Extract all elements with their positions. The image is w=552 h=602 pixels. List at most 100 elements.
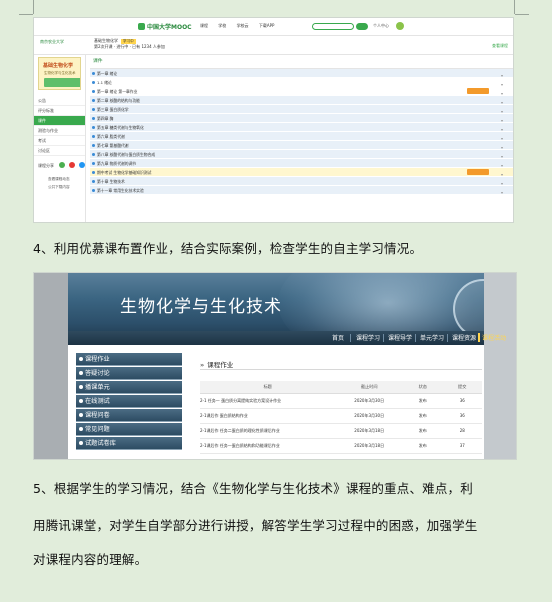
chapter-row[interactable]: 期中考试 生物化学基础知识测试 ▾ bbox=[90, 168, 513, 177]
cell-count: 37 bbox=[442, 438, 482, 454]
table-row[interactable]: 2-1课后作 任务二蛋白质的理化性质课后作业 2020年3月18日 发布 28 bbox=[200, 423, 482, 439]
chapter-row[interactable]: 第九章 物质代谢的调节 ▾ bbox=[90, 159, 513, 168]
bullet-icon bbox=[92, 108, 95, 111]
left-menu-item[interactable]: 常见问题 bbox=[76, 423, 182, 436]
chevron-down-icon[interactable]: ▾ bbox=[501, 116, 503, 122]
mooc-screenshot: 中国大学MOOC 课程 学校 学校云 下载APP 个人中心 南京农业大学 基础生… bbox=[33, 17, 514, 223]
left-menu-item[interactable]: 课程问卷 bbox=[76, 409, 182, 422]
chevron-down-icon[interactable]: ▾ bbox=[501, 179, 503, 185]
bullet-icon bbox=[92, 171, 95, 174]
qq-icon[interactable] bbox=[79, 162, 86, 168]
cell-title[interactable]: 2-1课后作 任务一蛋白质结构和功能课后作业 bbox=[200, 438, 336, 454]
chevron-down-icon[interactable]: ▾ bbox=[501, 161, 503, 167]
nav-home[interactable]: 首页 bbox=[332, 333, 344, 342]
mini-link[interactable]: 公共下载内容 bbox=[48, 183, 81, 191]
avatar[interactable] bbox=[396, 22, 404, 30]
chapter-label: 第三章 蛋白质化学 bbox=[97, 107, 129, 112]
left-menu-item[interactable]: 在线测试 bbox=[76, 395, 182, 408]
chapter-row[interactable]: 第十一章 常用生化技术实验 ▾ bbox=[90, 186, 513, 195]
nav-item[interactable]: 课程资源 bbox=[452, 333, 476, 342]
chevron-down-icon[interactable]: ▾ bbox=[501, 80, 503, 86]
mooc-search-button[interactable] bbox=[356, 23, 368, 30]
cell-title[interactable]: 2-1 任务一 蛋白质分离提纯实验方案设计作业 bbox=[200, 393, 336, 409]
mooc-nav-item[interactable]: 学校 bbox=[218, 23, 226, 28]
nav-separator bbox=[383, 334, 384, 342]
cell-date: 2020年3月18日 bbox=[335, 438, 404, 454]
sidebar-item[interactable]: 评分标准 bbox=[34, 106, 85, 116]
mini-link[interactable]: 查看课程动态 bbox=[48, 175, 81, 183]
wechat-icon[interactable] bbox=[59, 162, 66, 168]
cell-title[interactable]: 2-1课后作 蛋白质结构作业 bbox=[200, 408, 336, 424]
homework-table: 标题 截止时间 状态 提交 2-1 任务一 蛋白质分离提纯实验方案设计作业 202… bbox=[200, 381, 482, 454]
course-cover: 基础生物化学 生物化学与生化技术 bbox=[38, 57, 81, 90]
col-submitted: 提交 bbox=[442, 381, 482, 394]
chevron-down-icon[interactable]: ▾ bbox=[501, 125, 503, 131]
cell-title[interactable]: 2-1课后作 任务二蛋白质的理化性质课后作业 bbox=[200, 423, 336, 439]
chapter-row[interactable]: 1.1 绪论 ▾ bbox=[90, 78, 513, 87]
mooc-user-link[interactable]: 个人中心 bbox=[373, 23, 389, 29]
left-menu-item[interactable]: 播课单元 bbox=[76, 381, 182, 394]
bullet-icon bbox=[92, 99, 95, 102]
chapter-row[interactable]: 第八章 核酸代谢与蛋白质生物合成 ▾ bbox=[90, 150, 513, 159]
page-margin-right bbox=[482, 273, 516, 459]
nav-item-active[interactable]: 课程活动 bbox=[478, 333, 506, 342]
table-row[interactable]: 2-1课后作 任务一蛋白质结构和功能课后作业 2020年3月18日 发布 37 bbox=[200, 438, 482, 454]
chapter-row[interactable]: 第二章 核酸的结构与功能 ▾ bbox=[90, 96, 513, 105]
left-menu-item[interactable]: 试题试卷库 bbox=[76, 437, 182, 450]
chapter-row[interactable]: 第三章 蛋白质化学 ▾ bbox=[90, 105, 513, 114]
chapter-row[interactable]: 第一章 绪论 第一章作业 ▾ bbox=[90, 87, 513, 96]
cover-graphic bbox=[44, 78, 80, 87]
bullet-icon bbox=[92, 189, 95, 192]
chapter-row[interactable]: 第四章 酶 ▾ bbox=[90, 114, 513, 123]
nav-item[interactable]: 课程导学 bbox=[388, 333, 412, 342]
table-row[interactable]: 2-1 任务一 蛋白质分离提纯实验方案设计作业 2020年3月30日 发布 36 bbox=[200, 393, 482, 409]
panel-title: 课件 bbox=[90, 55, 513, 69]
crop-mark bbox=[514, 0, 515, 14]
mooc-logo[interactable]: 中国大学MOOC bbox=[138, 22, 192, 31]
cell-date: 2020年3月30日 bbox=[335, 393, 404, 409]
sidebar-item[interactable]: 公告 bbox=[34, 96, 85, 106]
site-title: 生物化学与生化技术 bbox=[120, 297, 282, 317]
left-menu-item[interactable]: 课程作业 bbox=[76, 353, 182, 366]
chevron-down-icon[interactable]: ▾ bbox=[501, 188, 503, 194]
sidebar-item[interactable]: 讨论区 bbox=[34, 146, 85, 156]
course-link[interactable]: 查看课程 bbox=[492, 43, 508, 49]
mooc-logo-icon bbox=[138, 23, 145, 30]
cell-status: 发布 bbox=[403, 408, 443, 424]
chapter-row[interactable]: 第六章 脂类代谢 ▾ bbox=[90, 132, 513, 141]
chevron-down-icon[interactable]: ▾ bbox=[501, 71, 503, 77]
chevron-down-icon[interactable]: ▾ bbox=[501, 107, 503, 113]
chapter-row[interactable]: 第十章 生物技术 ▾ bbox=[90, 177, 513, 186]
share-label: 课程分享 bbox=[38, 163, 54, 168]
chapter-row[interactable]: 第五章 糖类代谢与生物氧化 ▾ bbox=[90, 123, 513, 132]
table-row[interactable]: 2-1课后作 蛋白质结构作业 2020年3月30日 发布 36 bbox=[200, 408, 482, 424]
mooc-nav-item[interactable]: 下载APP bbox=[259, 23, 275, 28]
chevron-down-icon[interactable]: ▾ bbox=[501, 98, 503, 104]
mooc-nav-item[interactable]: 课程 bbox=[200, 23, 208, 28]
paragraph-5-line-3: 对课程内容的理解。 bbox=[33, 552, 148, 567]
weibo-icon[interactable] bbox=[69, 162, 76, 168]
bullet-icon bbox=[92, 90, 95, 93]
action-button[interactable] bbox=[467, 88, 489, 94]
chapter-label: 1.1 绪论 bbox=[97, 80, 112, 85]
chapter-row[interactable]: 第七章 氨基酸代谢 ▾ bbox=[90, 141, 513, 150]
sidebar-item-active[interactable]: 课件 bbox=[34, 116, 85, 126]
nav-item[interactable]: 单元学习 bbox=[420, 333, 444, 342]
left-menu-item[interactable]: 答疑讨论 bbox=[76, 367, 182, 380]
col-title: 标题 bbox=[200, 381, 336, 394]
chevron-down-icon[interactable]: ▾ bbox=[501, 134, 503, 140]
chevron-down-icon[interactable]: ▾ bbox=[501, 89, 503, 95]
sidebar-item[interactable]: 考试 bbox=[34, 136, 85, 146]
mooc-search-input[interactable] bbox=[312, 23, 354, 30]
bullet-icon bbox=[92, 153, 95, 156]
sidebar-item[interactable]: 测验与作业 bbox=[34, 126, 85, 136]
bullet-icon bbox=[92, 126, 95, 129]
action-button[interactable] bbox=[467, 169, 489, 175]
mooc-nav-item[interactable]: 学校云 bbox=[237, 23, 249, 28]
chevron-down-icon[interactable]: ▾ bbox=[501, 170, 503, 176]
chevron-down-icon[interactable]: ▾ bbox=[501, 143, 503, 149]
chapter-row[interactable]: 第一章 绪论 ▾ bbox=[90, 69, 513, 78]
nav-item[interactable]: 课程学习 bbox=[356, 333, 380, 342]
chapter-label: 第四章 酶 bbox=[97, 116, 114, 121]
chevron-down-icon[interactable]: ▾ bbox=[501, 152, 503, 158]
